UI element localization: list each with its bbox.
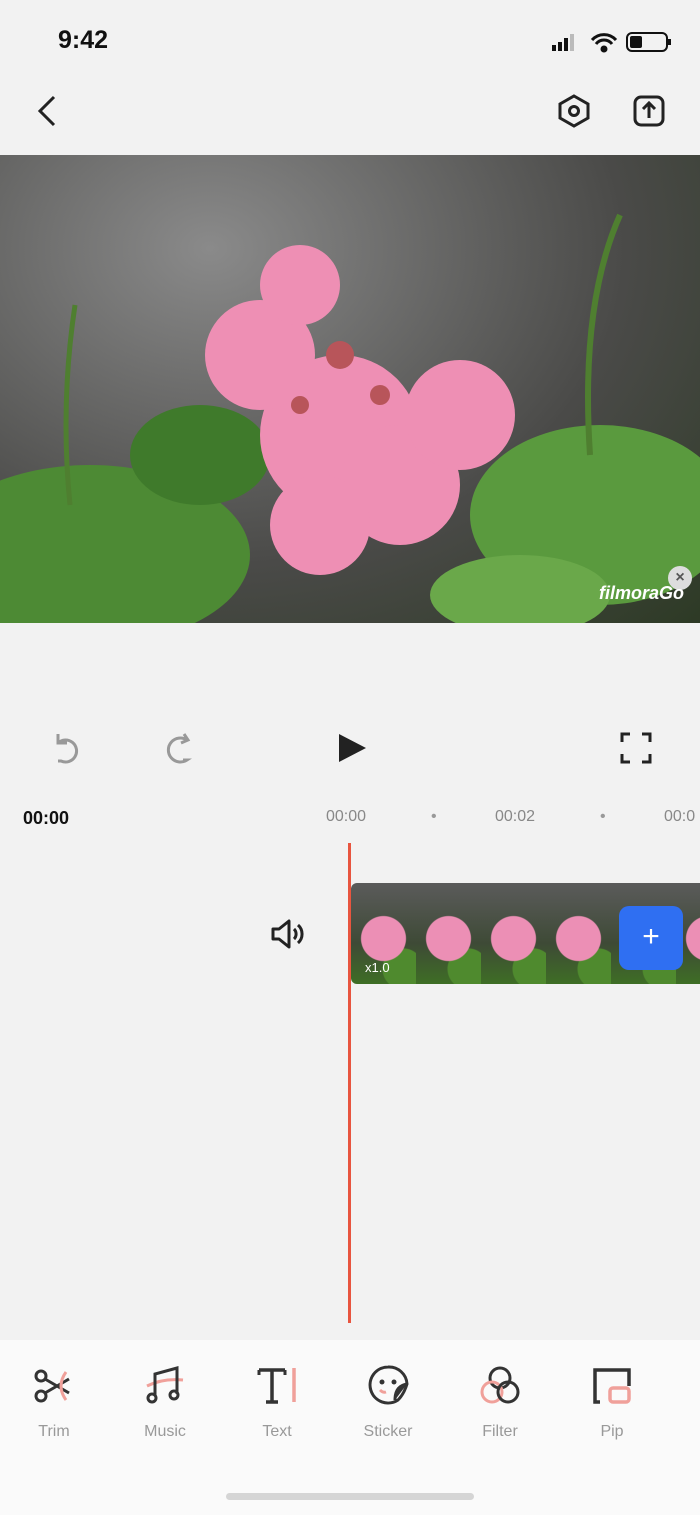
tool-filter[interactable]: Filter bbox=[455, 1364, 545, 1441]
tick-label: 00:00 bbox=[326, 808, 367, 825]
tick-label: 00:0 bbox=[664, 808, 696, 825]
tool-label: Text bbox=[262, 1423, 292, 1440]
flower-image bbox=[0, 213, 700, 623]
tool-label: Filter bbox=[482, 1423, 518, 1440]
fullscreen-button[interactable] bbox=[619, 731, 653, 765]
play-button[interactable] bbox=[336, 732, 368, 764]
filter-icon bbox=[480, 1366, 520, 1404]
tick-dot: • bbox=[600, 808, 606, 825]
clip-thumbnail bbox=[546, 883, 611, 984]
home-indicator bbox=[226, 1493, 474, 1500]
back-button[interactable] bbox=[34, 94, 60, 128]
clip-speed: x1.0 bbox=[365, 960, 390, 975]
tool-trim[interactable]: Trim bbox=[9, 1364, 99, 1441]
status-icons bbox=[552, 32, 671, 53]
video-preview[interactable]: × filmoraGo bbox=[0, 155, 700, 623]
tool-pip[interactable]: Pip bbox=[567, 1364, 657, 1441]
wifi-icon bbox=[590, 33, 618, 53]
clip-thumbnail bbox=[416, 883, 481, 984]
clip-thumbnail bbox=[481, 883, 546, 984]
tick-label: 00:02 bbox=[495, 808, 536, 825]
watermark: filmoraGo bbox=[598, 583, 684, 603]
tool-label: Pip bbox=[600, 1423, 624, 1440]
current-time: 00:00 bbox=[23, 808, 70, 828]
pip-icon bbox=[593, 1368, 631, 1404]
add-clip-button[interactable]: + bbox=[619, 906, 683, 970]
music-icon bbox=[146, 1366, 184, 1404]
export-button[interactable] bbox=[632, 94, 666, 128]
battery-icon bbox=[626, 32, 671, 52]
undo-button[interactable] bbox=[52, 731, 86, 765]
tool-music[interactable]: Music bbox=[120, 1364, 210, 1441]
signal-icon bbox=[552, 34, 574, 51]
redo-button[interactable] bbox=[158, 731, 192, 765]
sticker-icon bbox=[368, 1365, 409, 1405]
tick-dot: • bbox=[431, 808, 437, 825]
playhead[interactable] bbox=[348, 843, 351, 1323]
tool-text[interactable]: Text bbox=[232, 1364, 322, 1441]
volume-button[interactable] bbox=[270, 918, 308, 950]
tool-sticker[interactable]: Sticker bbox=[343, 1364, 433, 1441]
tool-label: Sticker bbox=[363, 1423, 413, 1440]
tool-label: Trim bbox=[38, 1423, 70, 1440]
status-time: 9:42 bbox=[58, 26, 109, 54]
tool-label: Music bbox=[144, 1423, 186, 1440]
text-icon bbox=[257, 1368, 296, 1404]
scissors-icon bbox=[34, 1369, 70, 1403]
settings-button[interactable] bbox=[557, 94, 591, 128]
